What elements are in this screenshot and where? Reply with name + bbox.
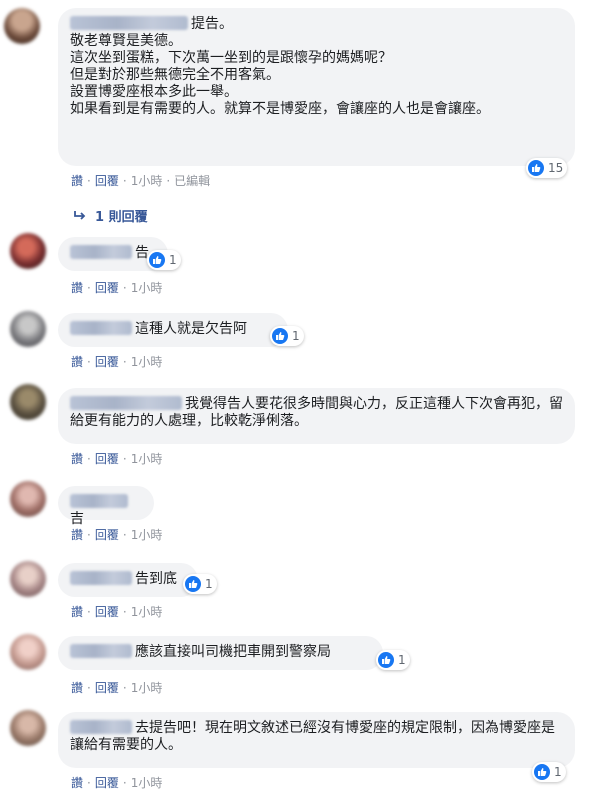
like-reaction-icon [185,576,201,592]
like-button[interactable]: 讚 [71,355,83,369]
like-button[interactable]: 讚 [71,681,83,695]
like-button[interactable]: 讚 [71,605,83,619]
commenter-name-blurred[interactable] [70,396,182,410]
commenter-name-blurred[interactable] [70,321,132,335]
comment-actions: 讚 · 回覆 · 1小時 [71,355,163,369]
comment-text: 這種人就是欠告阿 [135,321,247,337]
avatar[interactable] [10,233,46,269]
timestamp[interactable]: 1小時 [131,681,163,695]
like-reaction-icon [149,252,165,268]
view-replies-link[interactable]: 1 則回覆 [73,206,148,225]
commenter-name-blurred[interactable] [70,16,188,30]
avatar[interactable] [10,561,46,597]
timestamp[interactable]: 1小時 [131,528,163,542]
reply-button[interactable]: 回覆 [95,452,119,466]
timestamp[interactable]: 1小時 [131,452,163,466]
comment-actions: 讚 · 回覆 · 1小時 [71,528,163,542]
like-reaction-icon [534,764,550,780]
comment-bubble: 應該直接叫司機把車開到警察局 [58,636,383,670]
timestamp[interactable]: 1小時 [131,605,163,619]
reaction-count[interactable]: 15 [526,158,568,178]
like-button[interactable]: 讚 [71,528,83,542]
avatar[interactable] [10,311,46,347]
reply-button[interactable]: 回覆 [95,174,119,188]
avatar[interactable] [10,634,46,670]
edited-label: 已編輯 [174,174,211,188]
timestamp[interactable]: 1小時 [131,174,163,188]
commenter-name-blurred[interactable] [70,245,132,259]
comment-bubble: 我覺得告人要花很多時間與心力，反正這種人下次會再犯，留給更有能力的人處理，比較乾… [58,388,575,444]
comment-text: 應該直接叫司機把車開到警察局 [135,644,331,660]
reply-arrow-icon [74,210,86,220]
comment-bubble: 去提告吧！現在明文敘述已經沒有博愛座的規定限制，因為博愛座是讓給有需要的人。 [58,712,575,768]
avatar[interactable] [4,8,40,44]
commenter-name-blurred[interactable] [70,494,128,508]
commenter-name-blurred[interactable] [70,644,132,658]
comment-actions: 讚 · 回覆 · 1小時 [71,605,163,619]
commenter-name-blurred[interactable] [70,720,132,734]
reply-button[interactable]: 回覆 [95,528,119,542]
commenter-name-blurred[interactable] [70,571,132,585]
like-button[interactable]: 讚 [71,174,83,188]
like-button[interactable]: 讚 [71,452,83,466]
comment-actions: 讚 · 回覆 · 1小時 [71,281,163,295]
like-reaction-icon [378,652,394,668]
reply-button[interactable]: 回覆 [95,605,119,619]
reply-button[interactable]: 回覆 [95,776,119,790]
reaction-count[interactable]: 1 [183,574,217,594]
avatar[interactable] [10,481,46,517]
reaction-count[interactable]: 1 [376,650,410,670]
comment-bubble: 提告。 敬老尊賢是美德。 這次坐到蛋糕，下次萬一坐到的是跟懷孕的媽媽呢？ 但是對… [58,8,575,166]
comment-bubble: 這種人就是欠告阿 [58,313,288,347]
comment-text: 去提告吧！現在明文敘述已經沒有博愛座的規定限制，因為博愛座是讓給有需要的人。 [70,720,555,753]
reaction-count[interactable]: 1 [532,762,566,782]
like-button[interactable]: 讚 [71,776,83,790]
reaction-count[interactable]: 1 [147,250,181,270]
comment-text: 提告。 敬老尊賢是美德。 這次坐到蛋糕，下次萬一坐到的是跟懷孕的媽媽呢？ 但是對… [70,16,490,117]
comment-bubble: 告到底 [58,563,198,597]
reply-button[interactable]: 回覆 [95,281,119,295]
reaction-count[interactable]: 1 [270,326,304,346]
like-reaction-icon [272,328,288,344]
comment-actions: 讚 · 回覆 · 1小時 [71,681,163,695]
timestamp[interactable]: 1小時 [131,776,163,790]
comment-actions: 讚 · 回覆 · 1小時 · 已編輯 [71,174,211,188]
comment-actions: 讚 · 回覆 · 1小時 [71,452,163,466]
reply-button[interactable]: 回覆 [95,681,119,695]
comment-bubble: 吉 [58,486,154,527]
comment-actions: 讚 · 回覆 · 1小時 [71,776,163,790]
timestamp[interactable]: 1小時 [131,355,163,369]
avatar[interactable] [10,710,46,746]
avatar[interactable] [10,384,46,420]
reply-button[interactable]: 回覆 [95,355,119,369]
like-reaction-icon [528,160,544,176]
like-button[interactable]: 讚 [71,281,83,295]
timestamp[interactable]: 1小時 [131,281,163,295]
comment-text: 告到底 [135,571,177,587]
comment-text: 吉 [70,511,84,527]
